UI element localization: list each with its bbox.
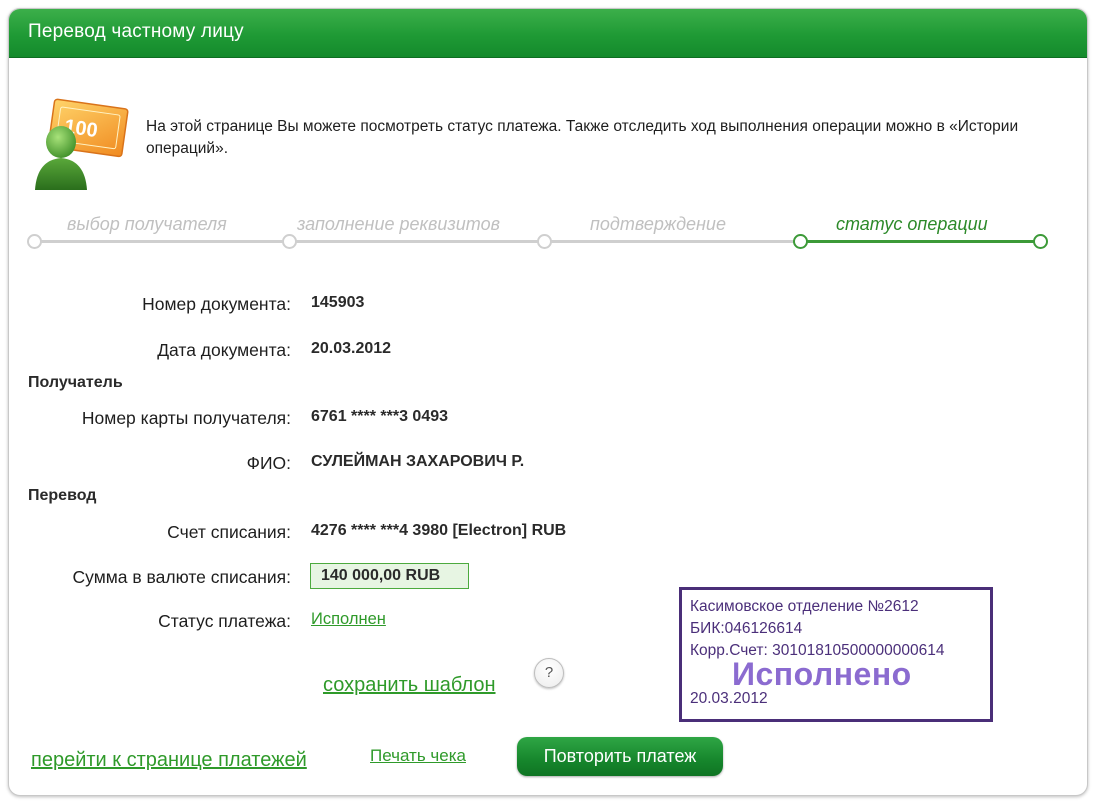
stamp-branch: Касимовское отделение №2612 — [690, 598, 919, 615]
account-value: 4276 **** ***4 3980 [Electron] RUB — [311, 522, 567, 539]
stamp-bik: БИК:046126614 — [690, 620, 803, 637]
progress-track — [34, 240, 800, 243]
save-template-link[interactable]: сохранить шаблон — [323, 674, 496, 697]
amount-box: 140 000,00 RUB — [310, 563, 469, 589]
stamp-date: 20.03.2012 — [690, 690, 768, 707]
doc-date-value: 20.03.2012 — [311, 340, 392, 357]
intro-text: На этой странице Вы можете посмотреть ст… — [146, 118, 1019, 157]
step-dot — [537, 234, 552, 249]
print-receipt-link[interactable]: Печать чека — [370, 746, 466, 766]
progress-steps: выбор получателя заполнение реквизитов п… — [9, 204, 1087, 254]
step-dot — [282, 234, 297, 249]
transfer-panel: Перевод частному лицу 100 На этой страни… — [8, 8, 1088, 796]
step-select-recipient: выбор получателя — [67, 214, 227, 234]
amount-label: Сумма в валюте списания: — [72, 567, 291, 587]
help-icon[interactable]: ? — [534, 658, 564, 688]
account-label: Счет списания: — [167, 522, 291, 542]
panel-header: Перевод частному лицу — [9, 9, 1087, 58]
card-number-value: 6761 **** ***3 0493 — [311, 408, 449, 425]
step-dot-end — [1033, 234, 1048, 249]
doc-number-label: Номер документа: — [142, 294, 291, 314]
step-operation-status: статус операции — [836, 214, 988, 234]
page-title: Перевод частному лицу — [28, 21, 244, 42]
doc-date-label: Дата документа: — [157, 340, 291, 360]
transfer-section-title: Перевод — [28, 487, 97, 504]
recipient-section-title: Получатель — [28, 374, 123, 391]
step-dot-active — [793, 234, 808, 249]
stamp-executed: Исполнено — [732, 656, 912, 692]
doc-number-value: 145903 — [311, 294, 365, 311]
amount-value: 140 000,00 RUB — [321, 567, 441, 584]
money-banknote-user-icon: 100 — [29, 94, 129, 194]
bank-stamp: Касимовское отделение №2612 БИК:04612661… — [679, 587, 993, 722]
status-link[interactable]: Исполнен — [311, 610, 386, 629]
go-to-payments-link[interactable]: перейти к странице платежей — [31, 749, 307, 772]
fio-value: СУЛЕЙМАН ЗАХАРОВИЧ Р. — [311, 453, 525, 470]
card-number-label: Номер карты получателя: — [81, 408, 291, 428]
step-confirmation: подтверждение — [590, 214, 726, 234]
step-fill-details: заполнение реквизитов — [297, 214, 500, 234]
progress-track-active — [800, 240, 1041, 243]
step-dot — [27, 234, 42, 249]
status-label: Статус платежа: — [158, 611, 291, 631]
repeat-payment-button[interactable]: Повторить платеж — [517, 737, 723, 776]
fio-label: ФИО: — [246, 453, 291, 473]
